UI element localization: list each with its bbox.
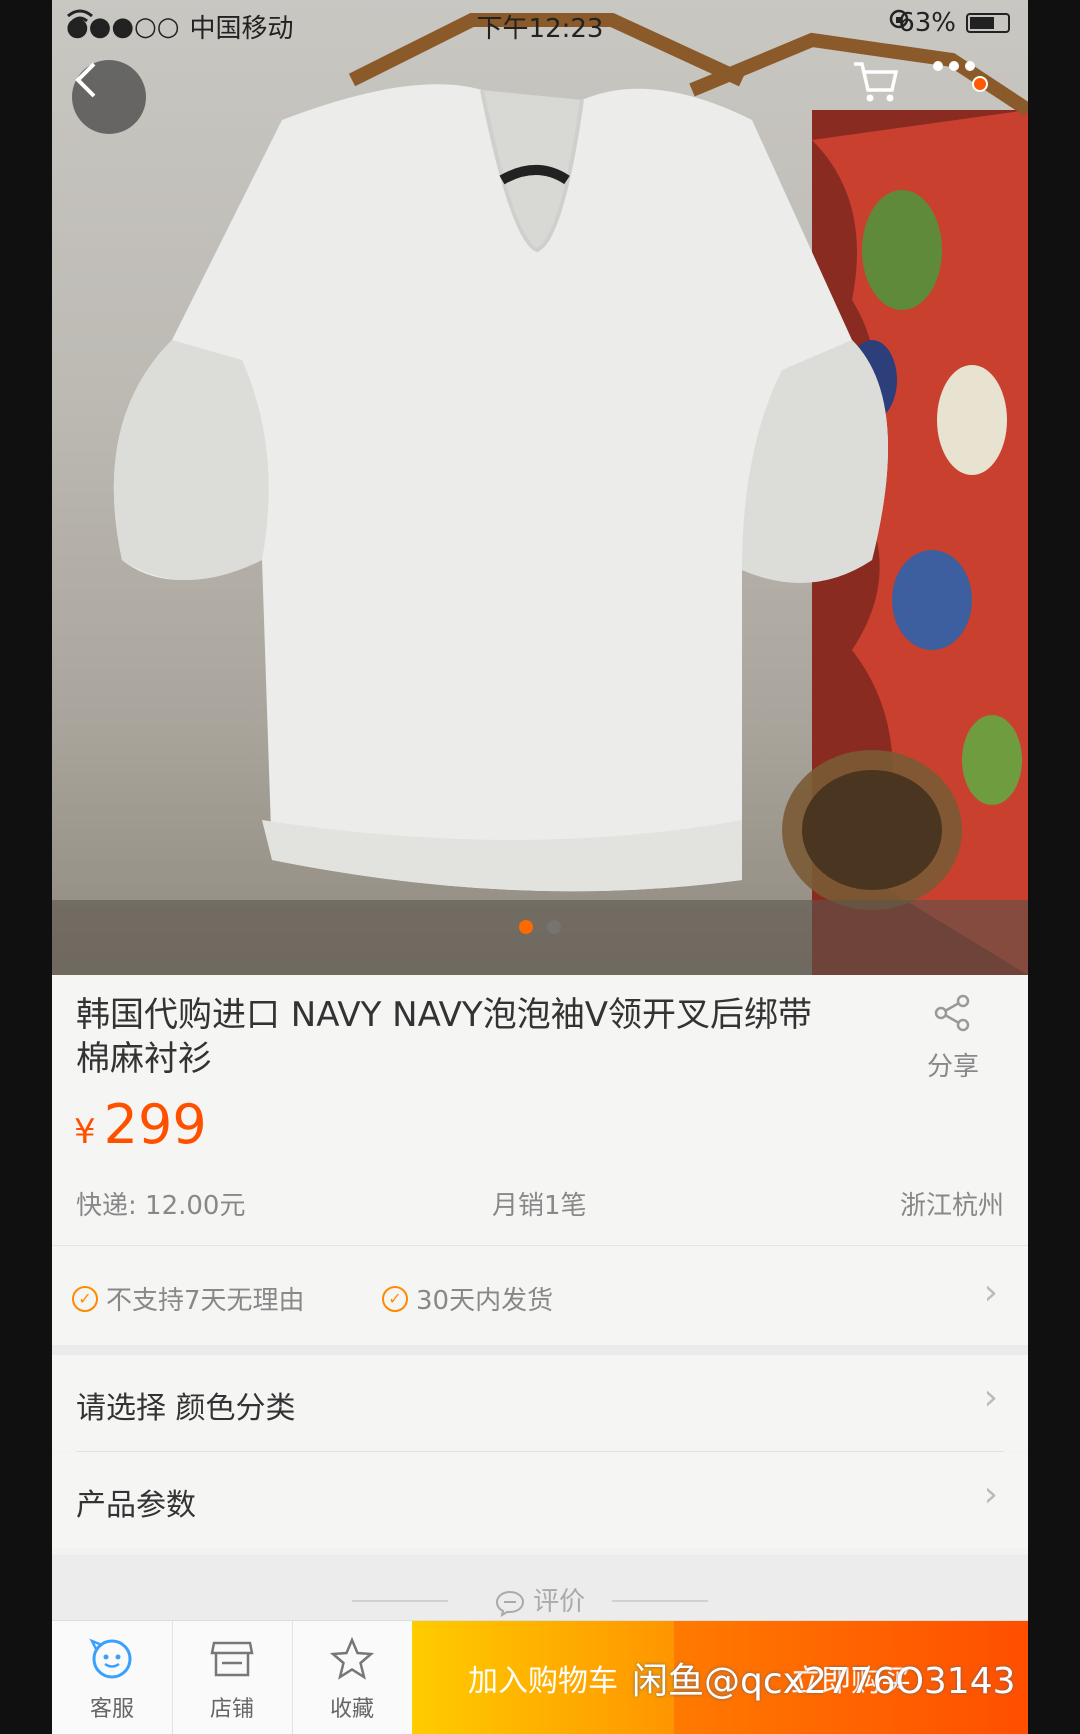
comment-icon <box>495 1587 533 1617</box>
store-icon <box>210 1641 254 1677</box>
reviews-label: 评价 <box>533 1587 586 1617</box>
guarantee-item: ✓ 30天内发货 <box>382 1280 553 1317</box>
clock: 下午12:23 <box>476 14 604 44</box>
carousel-indicator <box>52 920 1028 934</box>
back-button[interactable] <box>72 60 146 134</box>
price: ¥ 299 <box>74 1093 207 1156</box>
product-info: 韩国代购进口 NAVY NAVY泡泡袖V领开叉后绑带棉麻衬衫 分享 ¥ 299 … <box>52 975 1028 1245</box>
watermark: 闲鱼@qcx2776O3143 <box>632 1661 1016 1702</box>
product-params-label: 产品参数 <box>76 1488 196 1523</box>
share-icon <box>934 994 970 1032</box>
favorite-label: 收藏 <box>329 1697 374 1722</box>
shipping-fee: 快递: 12.00元 <box>76 1191 246 1221</box>
select-sku-row[interactable]: 请选择 颜色分类 › <box>52 1355 1028 1451</box>
guarantee-label: 30天内发货 <box>416 1286 554 1316</box>
service-guarantees[interactable]: ✓ 不支持7天无理由 ✓ 30天内发货 › <box>52 1245 1028 1345</box>
guarantee-label: 不支持7天无理由 <box>106 1286 305 1316</box>
star-icon <box>330 1637 374 1680</box>
cart-button[interactable] <box>852 60 926 134</box>
monthly-sales: 月销1笔 <box>492 1191 587 1221</box>
battery-icon <box>966 13 1010 33</box>
favorite-tab[interactable]: 收藏 <box>292 1621 412 1734</box>
add-to-cart-label: 加入购物车 <box>468 1664 618 1699</box>
check-circle-icon: ✓ <box>72 1285 98 1312</box>
chevron-right-icon: › <box>983 1377 998 1418</box>
select-sku-label: 请选择 颜色分类 <box>76 1391 296 1426</box>
currency-symbol: ¥ <box>74 1112 96 1152</box>
more-dots-icon <box>933 61 975 71</box>
reviews-header: 评价 <box>52 1555 1028 1625</box>
price-value: 299 <box>103 1093 207 1156</box>
product-params-row[interactable]: 产品参数 › <box>52 1452 1028 1548</box>
chevron-left-icon <box>75 62 96 98</box>
notification-dot <box>972 76 988 92</box>
app-screen: ●●●○○ 中国移动 下午12:23 63% 韩国代购进口 NAVY NAVY泡… <box>52 0 1028 1734</box>
right-bezel <box>1028 0 1080 1734</box>
divider <box>612 1600 708 1602</box>
status-bar: ●●●○○ 中国移动 下午12:23 63% <box>52 0 1028 50</box>
customer-service-tab[interactable]: 客服 <box>52 1621 172 1734</box>
shop-label: 店铺 <box>209 1697 254 1722</box>
shop-tab[interactable]: 店铺 <box>172 1621 292 1734</box>
product-image[interactable]: ●●●○○ 中国移动 下午12:23 63% <box>52 0 1028 975</box>
more-button[interactable] <box>932 60 1006 134</box>
carousel-dot-active <box>519 920 533 934</box>
left-bezel <box>0 0 52 1734</box>
ship-from-location: 浙江杭州 <box>899 1191 1004 1221</box>
customer-service-label: 客服 <box>89 1697 134 1722</box>
check-circle-icon: ✓ <box>382 1285 408 1312</box>
chat-bot-icon <box>89 1638 132 1679</box>
chevron-right-icon: › <box>983 1474 998 1515</box>
chevron-right-icon: › <box>983 1272 998 1313</box>
share-label: 分享 <box>926 1052 979 1082</box>
product-title: 韩国代购进口 NAVY NAVY泡泡袖V领开叉后绑带棉麻衬衫 <box>76 995 812 1079</box>
shopping-cart-icon <box>854 62 899 102</box>
carousel-dot <box>547 920 561 934</box>
section-gap <box>52 1345 1028 1355</box>
product-photo-illustration <box>52 13 1028 975</box>
guarantee-item: ✓ 不支持7天无理由 <box>72 1280 305 1317</box>
share-button[interactable]: 分享 <box>918 993 988 1083</box>
